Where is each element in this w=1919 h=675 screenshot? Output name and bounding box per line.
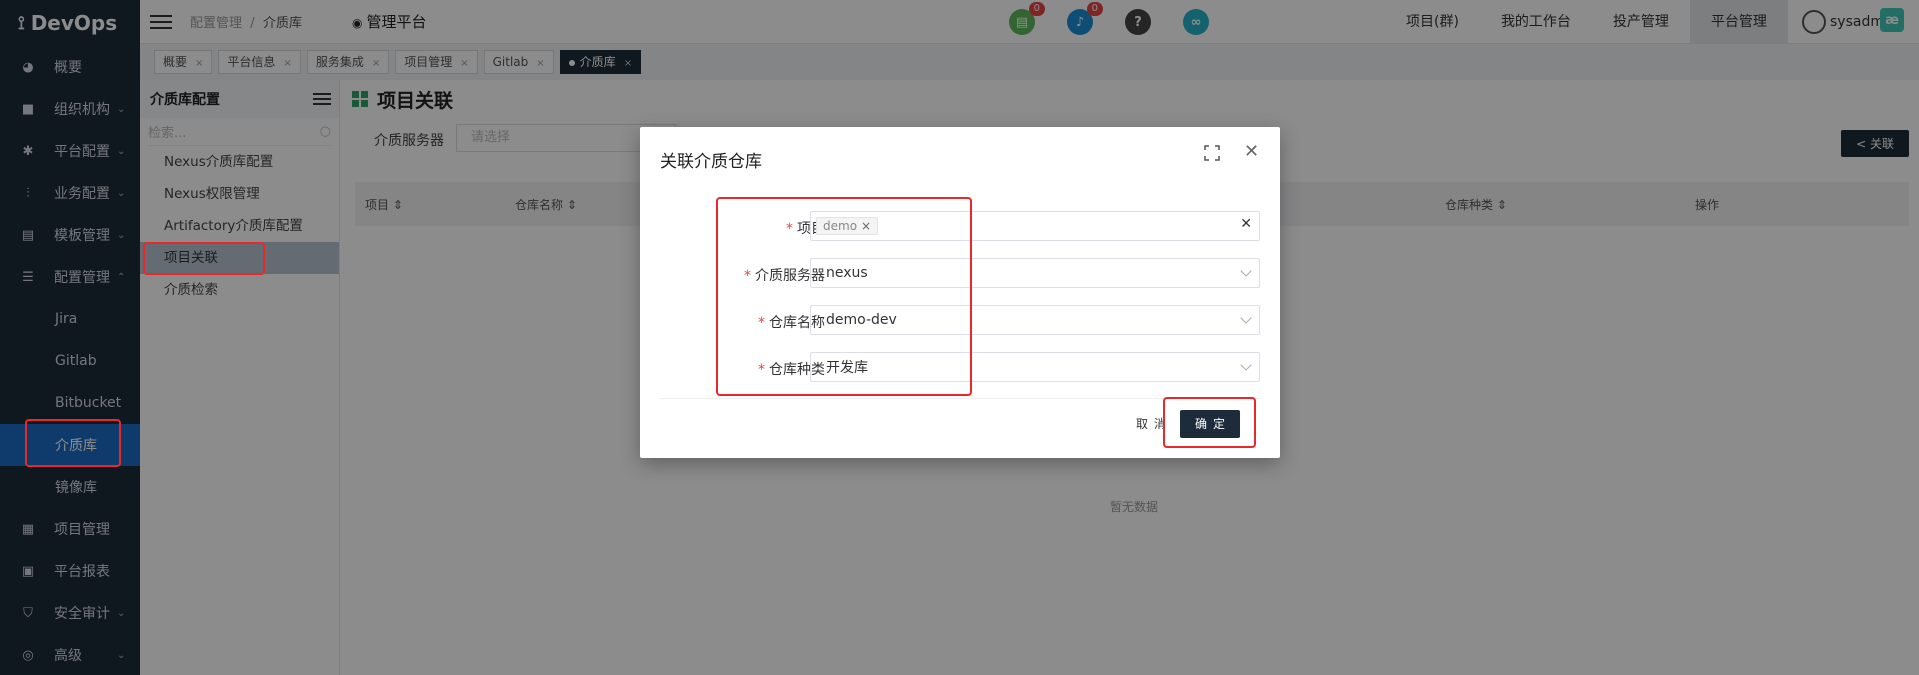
repo-type-select[interactable]: 开发库	[810, 352, 1260, 382]
server-select[interactable]: nexus	[810, 258, 1260, 288]
project-multi-select[interactable]: demo × ✕	[810, 211, 1260, 241]
confirm-button[interactable]: 确定	[1180, 410, 1240, 438]
selected-tag: demo ×	[816, 217, 879, 235]
select-value: demo-dev	[826, 312, 897, 328]
tag-remove-icon[interactable]: ×	[861, 219, 871, 233]
link-repo-dialog: 关联介质仓库 ✕ * 项目 demo × ✕ * 介质服务器 nexus * 仓库名称 …	[640, 127, 1280, 458]
form-row-repo-name: * 仓库名称 demo-dev	[640, 305, 1280, 337]
select-value: 开发库	[826, 360, 868, 376]
close-icon[interactable]: ✕	[1244, 141, 1259, 162]
form-row-project: * 项目 demo × ✕	[640, 211, 1280, 243]
form-row-server: * 介质服务器 nexus	[640, 258, 1280, 290]
divider	[660, 398, 1260, 399]
chevron-down-icon	[1240, 265, 1252, 277]
chevron-down-icon	[1240, 359, 1252, 371]
form-row-repo-type: * 仓库种类 开发库	[640, 352, 1280, 384]
fullscreen-icon[interactable]	[1204, 145, 1220, 161]
select-value: nexus	[826, 265, 868, 281]
chevron-down-icon	[1240, 312, 1252, 324]
repo-name-select[interactable]: demo-dev	[810, 305, 1260, 335]
dialog-title: 关联介质仓库	[660, 152, 762, 172]
clear-icon[interactable]: ✕	[1240, 216, 1252, 232]
cancel-button[interactable]: 取消	[1136, 415, 1172, 432]
